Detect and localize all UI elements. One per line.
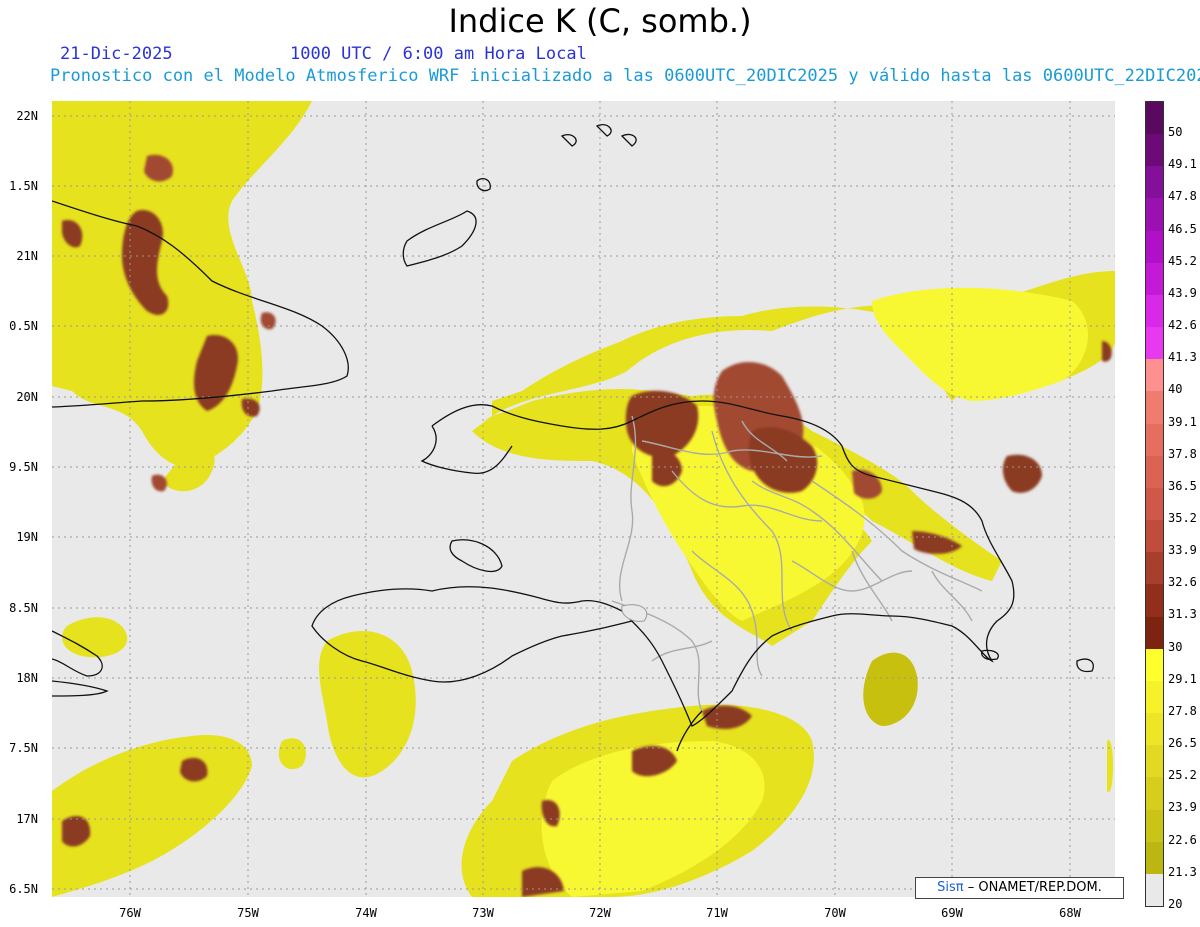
- colorbar-label: 26.5: [1168, 736, 1197, 751]
- chart-title: Indice K (C, somb.): [448, 2, 752, 40]
- colorbar-label: 35.2: [1168, 511, 1197, 525]
- colorbar-label: 50: [1168, 125, 1183, 140]
- lat-label-17n: 17N: [16, 812, 38, 826]
- colorbar-label: 39.1: [1168, 414, 1197, 429]
- lon-label-75w: 75W: [237, 906, 259, 920]
- colorbar-label: 21.3: [1168, 864, 1197, 879]
- forecast-time: 1000 UTC / 6:00 am Hora Local: [290, 44, 587, 64]
- colorbar: [1145, 101, 1164, 907]
- colorbar-cell: [1146, 841, 1163, 875]
- colorbar-label: 25.2: [1168, 768, 1197, 783]
- field-mid-small: [278, 738, 306, 770]
- colorbar-label: 43.9: [1168, 285, 1197, 300]
- lon-label-76w: 76W: [119, 906, 141, 920]
- lat-label-20n: 20N: [16, 390, 38, 404]
- forecast-date: 21-Dic-2025: [60, 44, 173, 64]
- lat-label-16-5n: 6.5N: [9, 882, 38, 896]
- colorbar-cell: [1146, 391, 1163, 425]
- colorbar-cell: [1146, 166, 1163, 199]
- colorbar-cell: [1146, 230, 1163, 264]
- colorbar-label: 29.1: [1168, 671, 1197, 686]
- colorbar-cell: [1146, 487, 1163, 521]
- colorbar-cell: [1146, 327, 1163, 360]
- colorbar-label: 41.3: [1168, 350, 1197, 365]
- lon-label-69w: 69W: [941, 906, 963, 920]
- colorbar-label: 31.3: [1168, 607, 1197, 622]
- lon-label-70w: 70W: [824, 906, 846, 920]
- colorbar-label: 46.5: [1168, 221, 1197, 236]
- colorbar-label: 22.6: [1168, 832, 1197, 847]
- colorbar-cell: [1146, 873, 1163, 907]
- lat-label-19n: 19N: [16, 530, 38, 544]
- colorbar-cell: [1146, 552, 1163, 585]
- k-index-map: [52, 101, 1115, 897]
- map-panel: [52, 101, 1115, 897]
- colorbar-label: 23.9: [1168, 800, 1197, 815]
- lat-label-18-5n: 8.5N: [9, 601, 38, 615]
- lon-label-71w: 71W: [706, 906, 728, 920]
- lat-label-17-5n: 7.5N: [9, 741, 38, 755]
- lat-label-19-5n: 9.5N: [9, 460, 38, 474]
- colorbar-cell: [1146, 648, 1163, 682]
- colorbar-cell: [1146, 520, 1163, 553]
- lon-label-74w: 74W: [355, 906, 377, 920]
- lat-label-21-5n: 1.5N: [9, 179, 38, 193]
- colorbar-label: 47.8: [1168, 189, 1197, 204]
- colorbar-cell: [1146, 584, 1163, 618]
- colorbar-label: 40: [1168, 382, 1183, 397]
- colorbar-cell: [1146, 777, 1163, 811]
- colorbar-cell: [1146, 745, 1163, 778]
- colorbar-label: 27.8: [1168, 703, 1197, 718]
- colorbar-cell: [1146, 294, 1163, 328]
- colorbar-cell: [1146, 359, 1163, 392]
- credit-box: Sisπ – ONAMET/REP.DOM.: [915, 877, 1124, 899]
- colorbar-label: 49.1: [1168, 157, 1197, 172]
- colorbar-label: 36.5: [1168, 478, 1197, 493]
- forecast-subtitle: Pronostico con el Modelo Atmosferico WRF…: [50, 66, 1200, 86]
- colorbar-cell: [1146, 680, 1163, 714]
- lon-label-73w: 73W: [472, 906, 494, 920]
- colorbar-cell: [1146, 455, 1163, 489]
- colorbar-cell: [1146, 616, 1163, 650]
- lon-label-68w: 68W: [1059, 906, 1081, 920]
- colorbar-cell: [1146, 713, 1163, 746]
- colorbar-label: 45.2: [1168, 253, 1197, 268]
- colorbar-cell: [1146, 809, 1163, 843]
- colorbar-label: 33.9: [1168, 543, 1197, 558]
- colorbar-label: 20: [1168, 896, 1183, 911]
- sispi-logo: Sisπ: [937, 880, 964, 895]
- credit-text: – ONAMET/REP.DOM.: [967, 880, 1102, 895]
- lat-label-20-5n: 0.5N: [9, 319, 38, 333]
- lon-label-72w: 72W: [589, 906, 611, 920]
- colorbar-cell: [1146, 198, 1163, 232]
- colorbar-cell: [1146, 423, 1163, 457]
- lat-label-22n: 22N: [16, 109, 38, 123]
- colorbar-cell: [1146, 262, 1163, 296]
- colorbar-label: 32.6: [1168, 575, 1197, 590]
- colorbar-cell: [1146, 134, 1163, 167]
- colorbar-label: 37.8: [1168, 446, 1197, 461]
- lat-label-18n: 18N: [16, 671, 38, 685]
- colorbar-label: 30: [1168, 639, 1183, 654]
- colorbar-cell: [1146, 102, 1163, 135]
- lat-label-21n: 21N: [16, 249, 38, 263]
- colorbar-label: 42.6: [1168, 318, 1197, 333]
